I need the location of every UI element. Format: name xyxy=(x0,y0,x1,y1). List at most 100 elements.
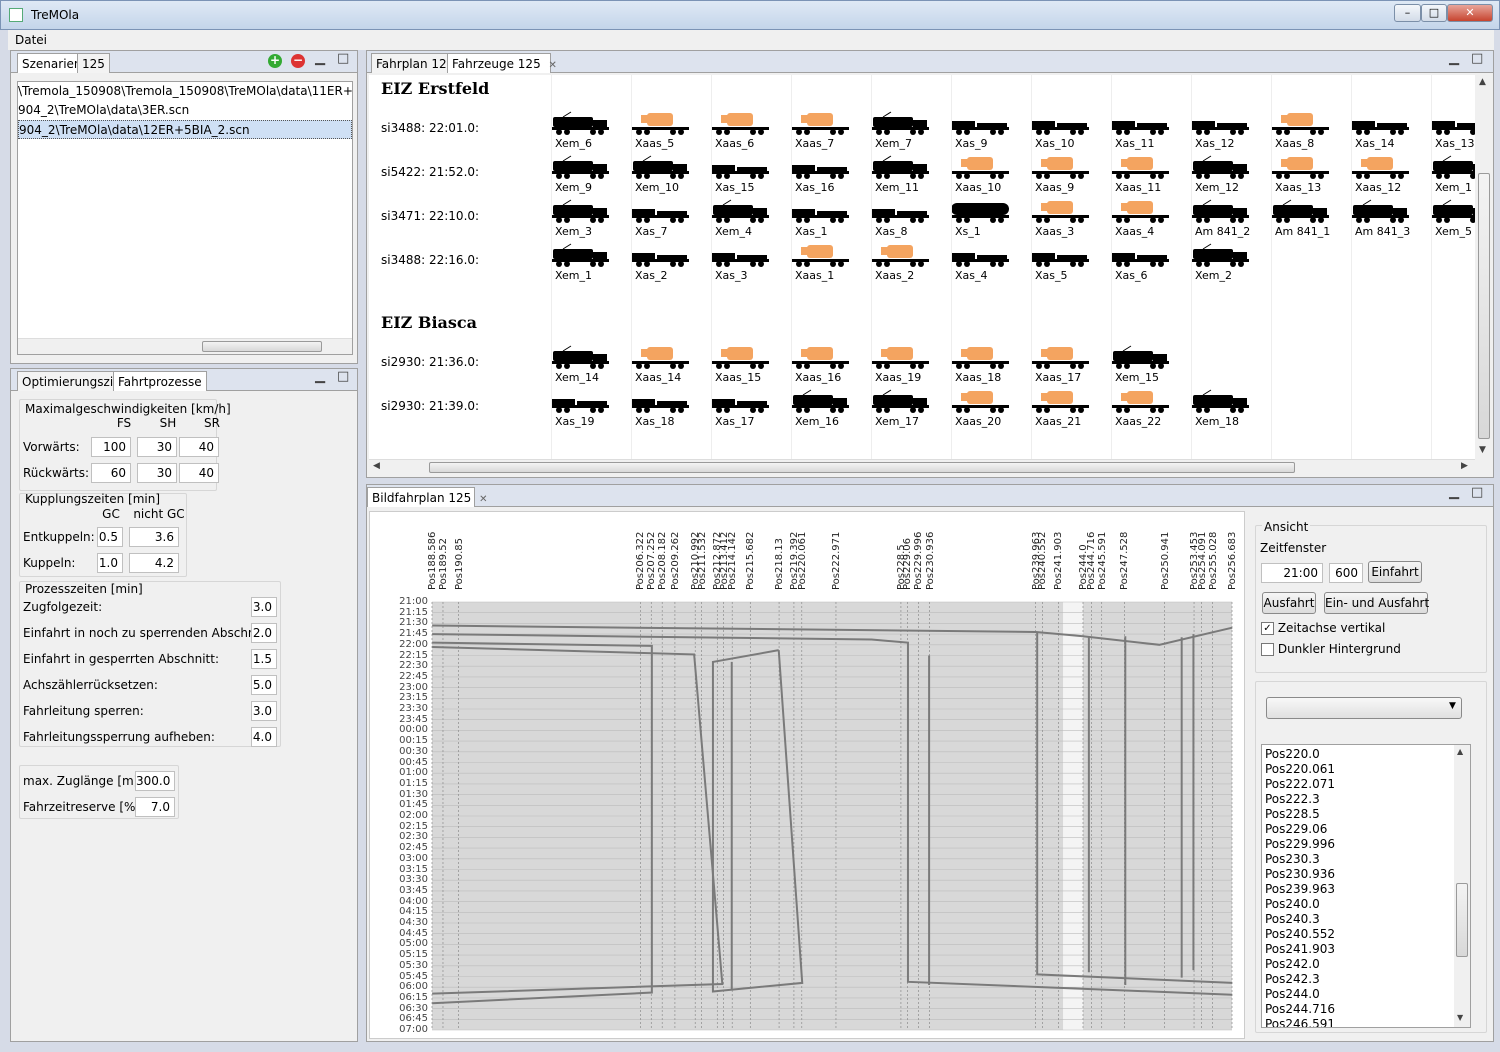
vehicle-icon[interactable]: Am 841_3 xyxy=(1349,197,1429,241)
scrollbar-thumb[interactable] xyxy=(429,462,1295,473)
vehicle-icon[interactable]: Xem_6 xyxy=(549,109,629,153)
vehicle-icon[interactable]: Xem_14 xyxy=(549,343,629,387)
vehicle-icon[interactable]: Xem_15 xyxy=(1109,343,1189,387)
vehicle-icon[interactable]: Xas_14 xyxy=(1349,109,1429,153)
vehicle-icon[interactable]: Xas_1 xyxy=(789,197,869,241)
vehicle-icon[interactable]: Xaas_5 xyxy=(629,109,709,153)
process-input[interactable]: 3.0 xyxy=(251,597,277,617)
vehicle-icon[interactable]: Xem_18 xyxy=(1189,387,1269,431)
vehicle-icon[interactable]: Xaas_8 xyxy=(1269,109,1349,153)
vehicle-icon[interactable]: Xaas_16 xyxy=(789,343,869,387)
position-list-item[interactable]: Pos244.716 xyxy=(1262,1002,1470,1017)
vehicle-icon[interactable]: Xaas_20 xyxy=(949,387,1029,431)
vehicle-icon[interactable]: Xaas_3 xyxy=(1029,197,1109,241)
process-input[interactable]: 5.0 xyxy=(251,675,277,695)
vehicle-icon[interactable]: Xaas_11 xyxy=(1109,153,1189,197)
exit-button[interactable]: Ausfahrt xyxy=(1262,592,1316,614)
close-tab-icon[interactable]: ✕ xyxy=(549,60,557,71)
vehicle-icon[interactable]: Xas_17 xyxy=(709,387,789,431)
position-list-item[interactable]: Pos240.0 xyxy=(1262,897,1470,912)
scroll-up-icon[interactable]: ▲ xyxy=(1457,747,1463,756)
maximize-view-icon[interactable]: □ xyxy=(1471,485,1483,500)
scrollbar-thumb[interactable] xyxy=(1478,173,1490,439)
start-time-input[interactable]: 21:00 xyxy=(1261,563,1323,583)
vehicle-icon[interactable]: Xem_1 xyxy=(1429,153,1475,197)
vertical-axis-option[interactable]: ✓ Zeitachse vertikal xyxy=(1261,621,1385,635)
entry-button[interactable]: Einfahrt xyxy=(1368,561,1422,583)
time-space-diagram[interactable]: Pos188.586 Pos189.52 Pos190.85 Pos206.322 Po… xyxy=(369,511,1245,1039)
speed-input[interactable]: 30 xyxy=(137,463,177,483)
vehicle-icon[interactable]: Xem_1 xyxy=(549,241,629,285)
position-list[interactable]: Pos220.0 Pos220.061 Pos222.071 Pos222.3 Pos2… xyxy=(1261,744,1471,1028)
vehicle-icon[interactable]: Xas_5 xyxy=(1029,241,1109,285)
maximize-view-icon[interactable]: □ xyxy=(337,369,349,384)
vehicle-icon[interactable]: Xas_11 xyxy=(1109,109,1189,153)
coupling-input[interactable]: 0.5 xyxy=(97,527,123,547)
speed-input[interactable]: 40 xyxy=(179,463,219,483)
position-list-item[interactable]: Pos241.903 xyxy=(1262,942,1470,957)
vehicle-icon[interactable]: Xaas_19 xyxy=(869,343,949,387)
vehicle-icon[interactable]: Xaas_4 xyxy=(1109,197,1189,241)
vehicle-icon[interactable]: Xas_19 xyxy=(549,387,629,431)
speed-input[interactable]: 30 xyxy=(137,437,177,457)
vehicle-icon[interactable]: Xas_7 xyxy=(629,197,709,241)
position-list-item[interactable]: Pos239.963 xyxy=(1262,882,1470,897)
vehicle-icon[interactable]: Xaas_9 xyxy=(1029,153,1109,197)
vehicle-icon[interactable]: Xas_6 xyxy=(1109,241,1189,285)
vehicle-icon[interactable]: Xem_16 xyxy=(789,387,869,431)
process-input[interactable]: 3.0 xyxy=(251,701,277,721)
extra-input[interactable]: 7.0 xyxy=(135,797,175,817)
position-list-item[interactable]: Pos228.5 xyxy=(1262,807,1470,822)
vehicle-icon[interactable]: Xas_15 xyxy=(709,153,789,197)
position-list-item[interactable]: Pos222.3 xyxy=(1262,792,1470,807)
vehicle-icon[interactable]: Am 841_1 xyxy=(1269,197,1349,241)
position-list-item[interactable]: Pos242.3 xyxy=(1262,972,1470,987)
maximize-button[interactable]: □ xyxy=(1421,4,1447,22)
dark-background-option[interactable]: Dunkler Hintergrund xyxy=(1261,642,1401,656)
vehicle-icon[interactable]: Xaas_18 xyxy=(949,343,1029,387)
position-list-item[interactable]: Pos240.552 xyxy=(1262,927,1470,942)
scroll-down-icon[interactable]: ▼ xyxy=(1457,1013,1463,1022)
vehicle-icon[interactable]: Xaas_13 xyxy=(1269,153,1349,197)
vehicle-icon[interactable]: Xas_18 xyxy=(629,387,709,431)
vehicle-icon[interactable]: Xem_11 xyxy=(869,153,949,197)
vehicle-icon[interactable]: Xas_8 xyxy=(869,197,949,241)
vehicle-icon[interactable]: Xem_9 xyxy=(549,153,629,197)
vehicle-icon[interactable]: Xaas_12 xyxy=(1349,153,1429,197)
vertical-axis-checkbox[interactable]: ✓ xyxy=(1261,622,1274,635)
vehicle-icon[interactable]: Xas_9 xyxy=(949,109,1029,153)
process-input[interactable]: 2.0 xyxy=(251,623,277,643)
scenario-item[interactable]: 904_2\TreMOla\data\3ER.scn xyxy=(18,101,352,120)
vehicles-vscrollbar[interactable]: ▲ ▼ xyxy=(1475,75,1493,459)
entry-exit-button[interactable]: Ein- und Ausfahrt xyxy=(1324,592,1429,614)
coupling-input[interactable]: 1.0 xyxy=(97,553,123,573)
position-list-item[interactable]: Pos240.3 xyxy=(1262,912,1470,927)
vehicle-icon[interactable]: Xas_2 xyxy=(629,241,709,285)
vehicle-icon[interactable]: Xem_3 xyxy=(549,197,629,241)
speed-input[interactable]: 60 xyxy=(91,463,131,483)
maximize-view-icon[interactable]: □ xyxy=(1471,51,1483,66)
vehicles-hscrollbar[interactable]: ◀ ▶ xyxy=(369,459,1475,475)
position-list-item[interactable]: Pos246.591 xyxy=(1262,1017,1470,1027)
window-length-input[interactable]: 600 xyxy=(1329,563,1363,583)
scenario-item[interactable]: 904_2\TreMOla\data\12ER+5BIA_2.scn xyxy=(18,120,352,139)
position-list-item[interactable]: Pos244.0 xyxy=(1262,987,1470,1002)
scroll-down-icon[interactable]: ▼ xyxy=(1479,445,1486,455)
process-input[interactable]: 1.5 xyxy=(251,649,277,669)
position-list-item[interactable]: Pos220.0 xyxy=(1262,747,1470,762)
position-list-item[interactable]: Pos230.3 xyxy=(1262,852,1470,867)
position-list-item[interactable]: Pos229.06 xyxy=(1262,822,1470,837)
position-list-item[interactable]: Pos222.071 xyxy=(1262,777,1470,792)
coupling-input[interactable]: 3.6 xyxy=(129,527,179,547)
vehicle-icon[interactable]: Xaas_2 xyxy=(869,241,949,285)
position-list-item[interactable]: Pos230.936 xyxy=(1262,867,1470,882)
vehicle-icon[interactable]: Xem_17 xyxy=(869,387,949,431)
tab-driving-processes[interactable]: Fahrtprozesse xyxy=(113,371,207,391)
vehicle-icon[interactable]: Xas_3 xyxy=(709,241,789,285)
minimize-view-icon[interactable]: ▁ xyxy=(315,51,325,66)
close-button[interactable]: ✕ xyxy=(1447,4,1493,22)
vehicle-icon[interactable]: Xem_5 xyxy=(1429,197,1475,241)
vehicle-icon[interactable]: Xas_16 xyxy=(789,153,869,197)
close-tab-icon[interactable]: ✕ xyxy=(479,494,487,505)
vehicle-icon[interactable]: Xs_1 xyxy=(949,197,1029,241)
